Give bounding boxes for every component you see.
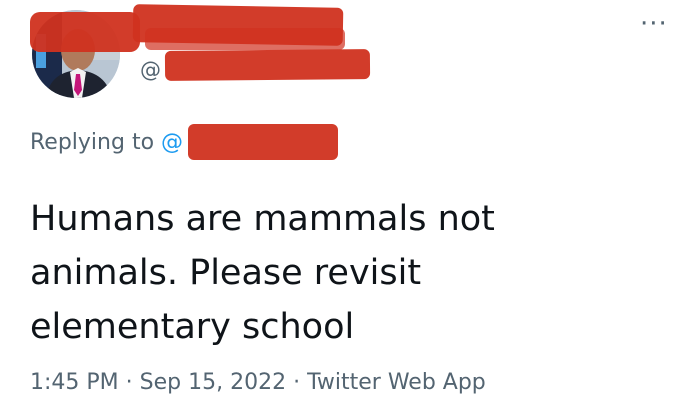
tweet-date[interactable]: Sep 15, 2022	[140, 370, 286, 395]
tweet-time[interactable]: 1:45 PM	[30, 370, 119, 395]
tweet-source[interactable]: Twitter Web App	[307, 370, 486, 395]
redacted-reply-handle	[188, 124, 338, 160]
redacted-display-name-ext	[30, 12, 140, 52]
tweet-text-line: elementary school	[30, 307, 355, 347]
replying-to: Replying to @	[30, 130, 183, 155]
more-options-icon[interactable]: ···	[640, 11, 668, 37]
reply-mention-at[interactable]: @	[161, 130, 183, 155]
tweet-text-line: Humans are mammals not	[30, 199, 495, 239]
redacted-display-name-extra	[145, 28, 345, 50]
redacted-handle	[164, 49, 371, 81]
handle-at-sign: @	[140, 58, 161, 82]
replying-to-label: Replying to	[30, 130, 162, 155]
tweet-metadata: 1:45 PM · Sep 15, 2022 · Twitter Web App	[30, 370, 486, 395]
separator-dot: ·	[293, 370, 301, 395]
separator-dot: ·	[125, 370, 133, 395]
tweet-text: Humans are mammals not animals. Please r…	[30, 192, 650, 354]
tweet-text-line: animals. Please revisit	[30, 253, 422, 293]
